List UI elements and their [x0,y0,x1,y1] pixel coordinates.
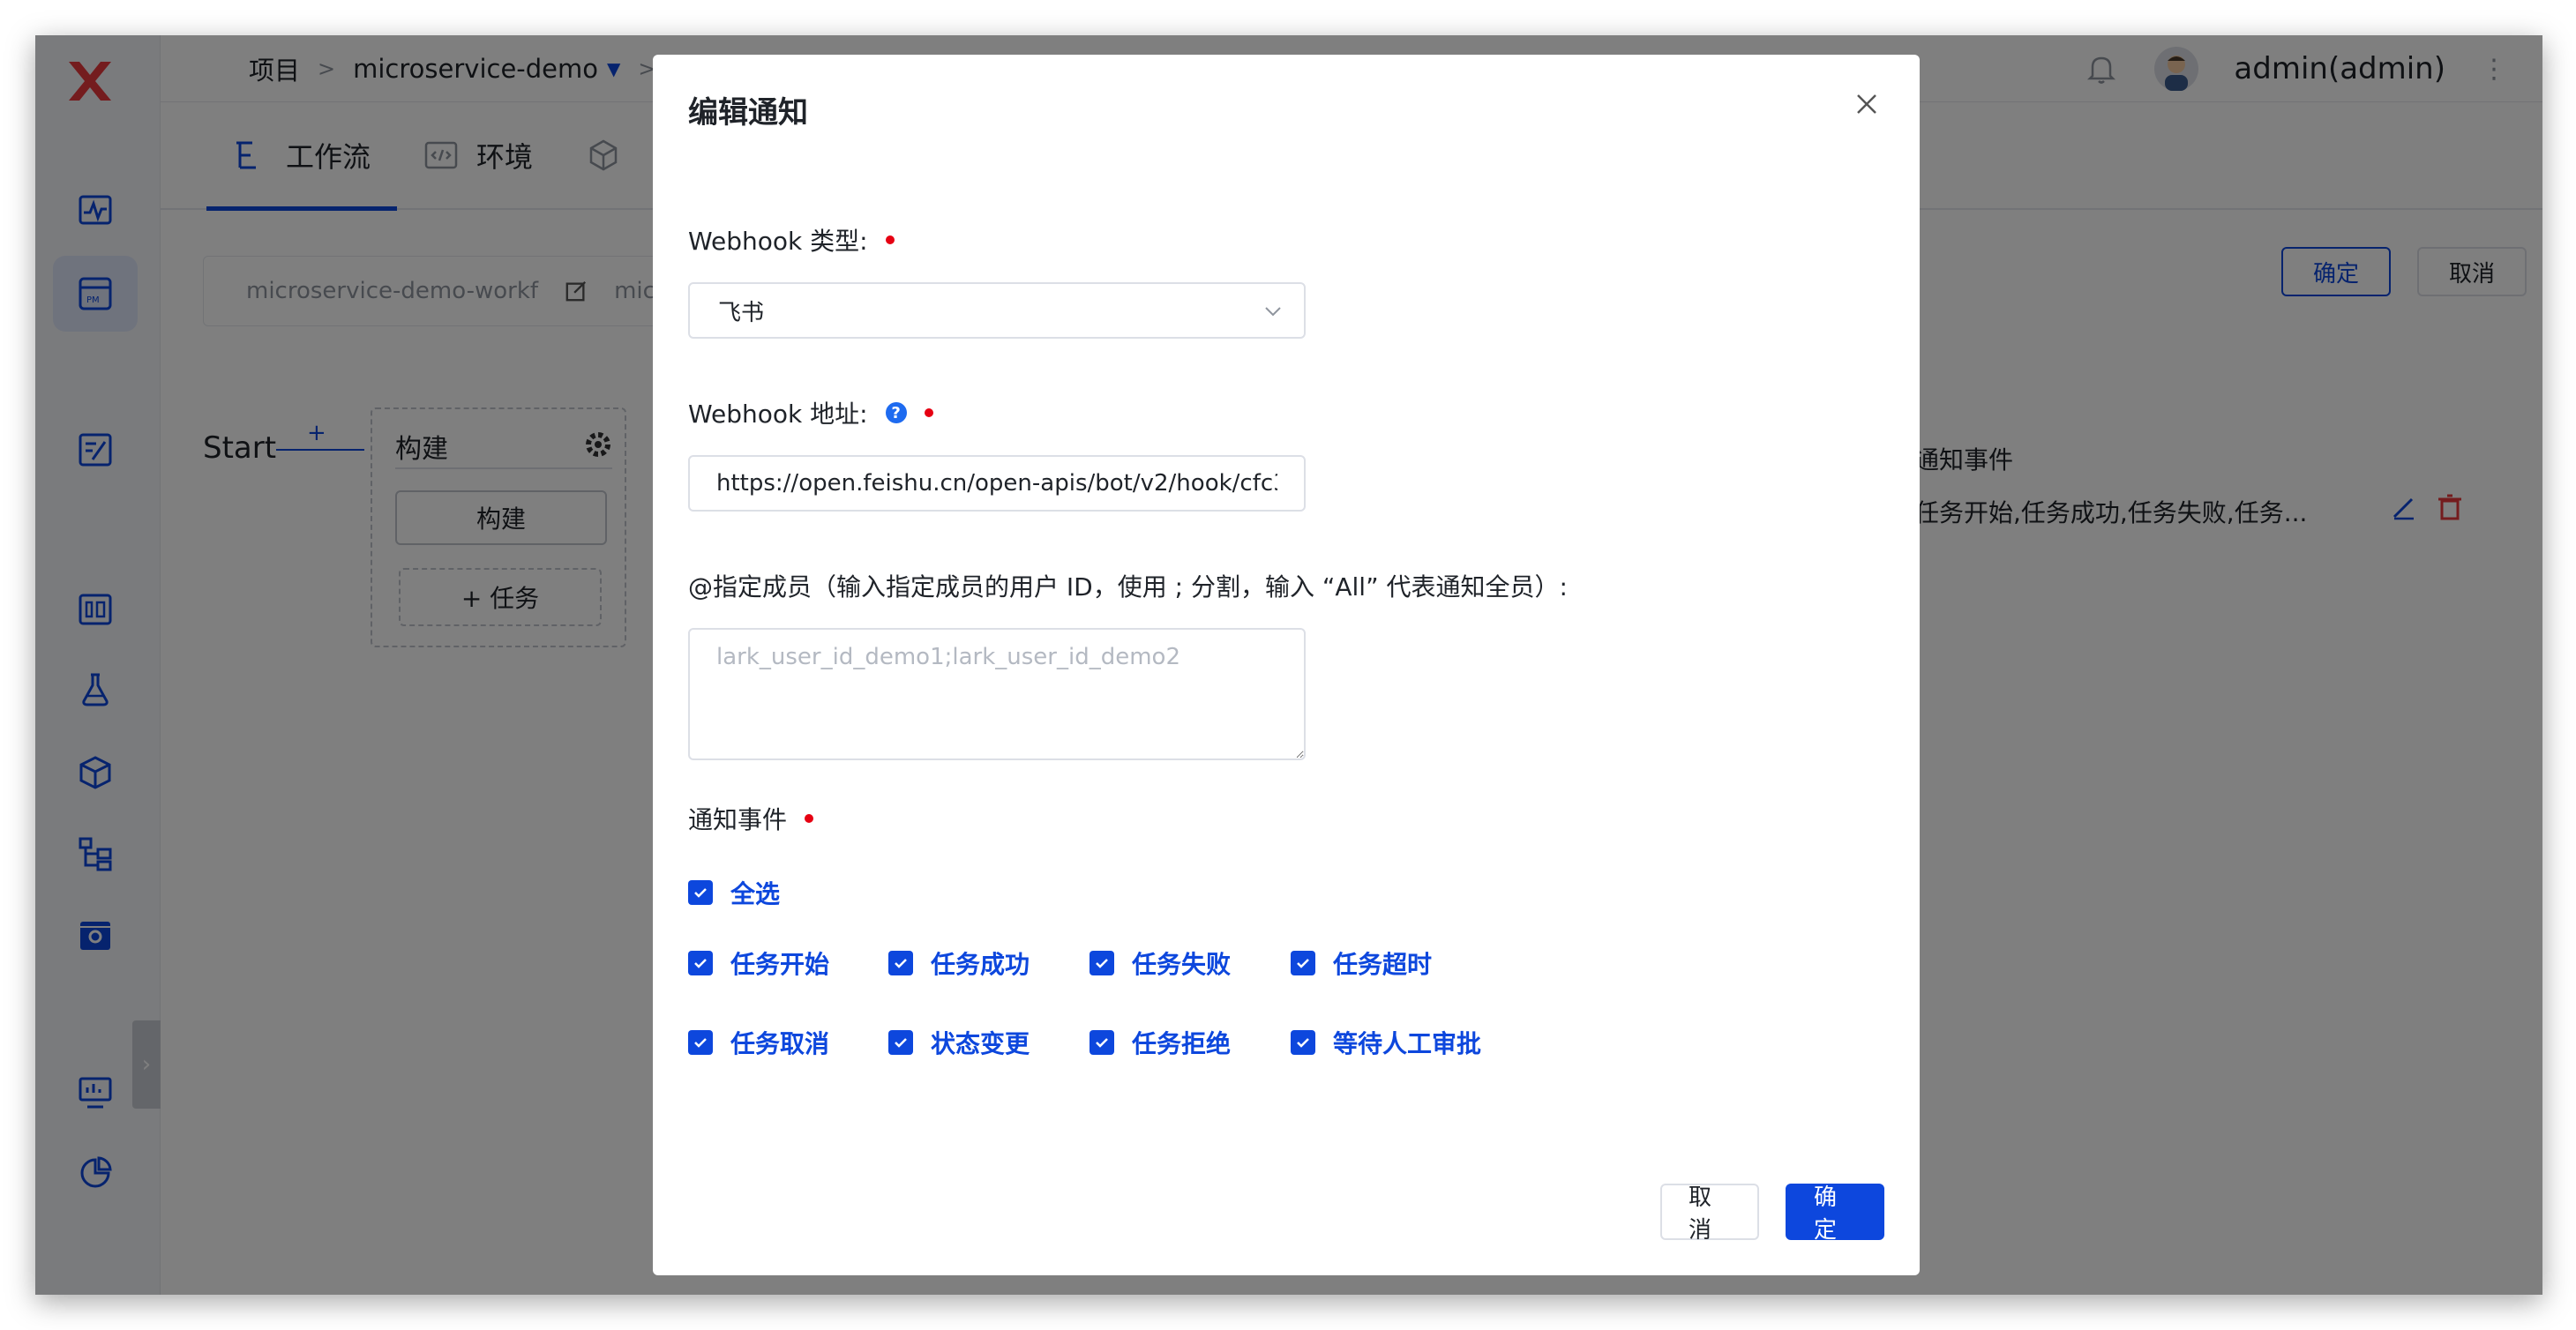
event-checkbox-task-failed[interactable]: 任务失败 [1090,945,1231,981]
chevron-down-icon [1265,307,1281,317]
webhook-type-select[interactable]: 飞书 [688,282,1306,339]
events-label-row: 通知事件 [688,801,814,836]
cancel-button[interactable]: 取消 [1660,1184,1759,1244]
checkbox-label: 全选 [730,879,781,908]
checkbox-checked-icon[interactable] [1291,1030,1315,1055]
checkbox-label: 任务取消 [730,1029,830,1058]
checkbox-label: 任务成功 [931,950,1030,979]
event-checkbox-status-change[interactable]: 状态变更 [888,1025,1030,1060]
checkbox-checked-icon[interactable] [1090,1030,1114,1055]
required-indicator [805,814,814,823]
checkbox-label: 状态变更 [931,1029,1030,1058]
members-label-row: @指定成员（输入指定成员的用户 ID，使用 ; 分割，输入 “All” 代表通知… [688,568,1568,603]
webhook-type-label: Webhook 类型: [688,227,868,256]
close-icon[interactable] [1851,88,1883,120]
required-indicator [885,235,895,244]
checkbox-checked-icon[interactable] [688,951,713,975]
webhook-type-value: 飞书 [718,299,765,326]
checkbox-label: 任务超时 [1333,950,1433,979]
checkbox-checked-icon[interactable] [1090,951,1114,975]
select-all-checkbox[interactable]: 全选 [688,875,780,910]
help-icon[interactable]: ? [885,402,907,423]
event-checkbox-wait-approval[interactable]: 等待人工审批 [1291,1025,1481,1060]
edit-notification-dialog: 编辑通知 Webhook 类型: 飞书 Webhook 地址: ? @指定成员（… [653,55,1920,1275]
checkbox-label: 任务失败 [1132,950,1232,979]
checkbox-checked-icon[interactable] [688,1030,713,1055]
checkbox-label: 等待人工审批 [1333,1029,1482,1058]
checkbox-label: 任务拒绝 [1132,1029,1232,1058]
event-checkbox-task-reject[interactable]: 任务拒绝 [1090,1025,1231,1060]
events-label: 通知事件 [688,805,788,834]
checkbox-checked-icon[interactable] [688,880,713,905]
webhook-url-label: Webhook 地址: [688,400,868,429]
webhook-type-label-row: Webhook 类型: [688,222,895,258]
event-checkbox-task-cancel[interactable]: 任务取消 [688,1025,829,1060]
dialog-title: 编辑通知 [688,95,808,131]
webhook-url-label-row: Webhook 地址: ? [688,395,933,430]
event-checkbox-task-timeout[interactable]: 任务超时 [1291,945,1432,981]
app-window: PM › 项目 > microservice [35,35,2542,1295]
checkbox-checked-icon[interactable] [888,951,913,975]
webhook-url-input[interactable] [688,455,1306,512]
checkbox-checked-icon[interactable] [888,1030,913,1055]
event-checkbox-task-success[interactable]: 任务成功 [888,945,1030,981]
required-indicator [924,408,933,417]
checkbox-label: 任务开始 [730,950,830,979]
members-textarea[interactable] [688,628,1306,760]
event-checkbox-task-start[interactable]: 任务开始 [688,945,829,981]
members-label: @指定成员（输入指定成员的用户 ID，使用 ; 分割，输入 “All” 代表通知… [688,572,1568,601]
dialog-footer: 取消 确定 [1660,1184,1884,1244]
checkbox-checked-icon[interactable] [1291,951,1315,975]
confirm-button[interactable]: 确定 [1786,1184,1884,1244]
